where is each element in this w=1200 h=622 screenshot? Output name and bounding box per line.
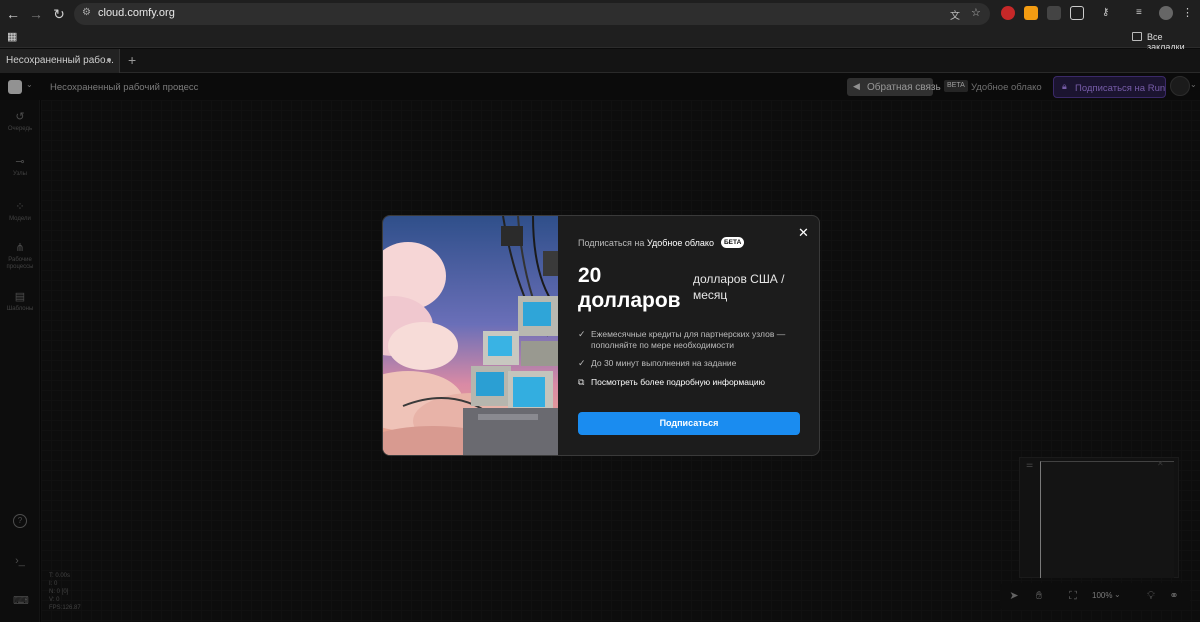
feature-item: ✓ Ежемесячные кредиты для партнерских уз…: [578, 329, 803, 351]
extension-dark-icon[interactable]: [1047, 6, 1061, 20]
site-info-icon[interactable]: ⚙: [82, 7, 91, 18]
browser-toolbar: ← → ↻ ⚙ cloud.comfy.org 文 ☆ ⚷ ≡ ⋮: [0, 0, 1200, 28]
apps-grid-icon[interactable]: ▦: [7, 31, 19, 43]
unsaved-dot-icon: [107, 58, 111, 62]
check-icon: ✓: [578, 358, 586, 368]
workflow-tab-title: Несохраненный рабо...: [6, 55, 114, 66]
beta-badge: БЕТА: [721, 237, 745, 248]
dialog-content: Подписаться на Удобное облако БЕТА 20 до…: [558, 216, 819, 455]
workflow-tab[interactable]: Несохраненный рабо...: [0, 49, 120, 73]
folder-icon: [1132, 32, 1142, 41]
feature-text: До 30 минут выполнения на задание: [591, 358, 737, 368]
profile-avatar[interactable]: [1159, 6, 1173, 20]
dialog-illustration: [383, 216, 558, 455]
more-info-link[interactable]: ⧉ Посмотреть более подробную информацию: [578, 377, 803, 388]
bookmarks-bar: ▦ Все закладки: [0, 28, 1200, 52]
password-key-icon[interactable]: ⚷: [1102, 6, 1116, 20]
forward-icon[interactable]: →: [27, 5, 45, 23]
close-icon[interactable]: ✕: [798, 225, 809, 241]
more-info-text: Посмотреть более подробную информацию: [591, 377, 765, 387]
external-link-icon: ⧉: [578, 377, 585, 387]
translate-icon[interactable]: 文: [950, 7, 960, 22]
product-name: Удобное облако: [647, 238, 714, 248]
browser-menu-icon[interactable]: ⋮: [1182, 6, 1196, 20]
subscribe-prefix: Подписаться на: [578, 238, 645, 248]
check-icon: ✓: [578, 329, 586, 339]
price-unit: долларов США / месяц: [693, 272, 785, 302]
reload-icon[interactable]: ↻: [50, 5, 68, 23]
url-text: cloud.comfy.org: [98, 7, 175, 19]
extensions-icon[interactable]: [1070, 6, 1084, 20]
feature-text: Ежемесячные кредиты для партнерских узло…: [591, 329, 786, 350]
subscribe-dialog: Подписаться на Удобное облако БЕТА 20 до…: [382, 215, 820, 456]
extension-orange-icon[interactable]: [1024, 6, 1038, 20]
address-bar[interactable]: ⚙ cloud.comfy.org 文 ☆: [74, 3, 990, 25]
feature-item: ✓ До 30 минут выполнения на задание: [578, 358, 803, 369]
extension-red-icon[interactable]: [1001, 6, 1015, 20]
add-tab-button[interactable]: +: [128, 52, 136, 68]
media-icon[interactable]: ≡: [1136, 6, 1150, 20]
subscribe-button[interactable]: Подписаться: [578, 412, 800, 435]
price-amount: 20 долларов: [578, 264, 681, 312]
workflow-tab-strip: Несохраненный рабо... +: [0, 49, 1200, 73]
back-icon[interactable]: ←: [4, 5, 22, 23]
bookmark-star-icon[interactable]: ☆: [971, 6, 981, 19]
